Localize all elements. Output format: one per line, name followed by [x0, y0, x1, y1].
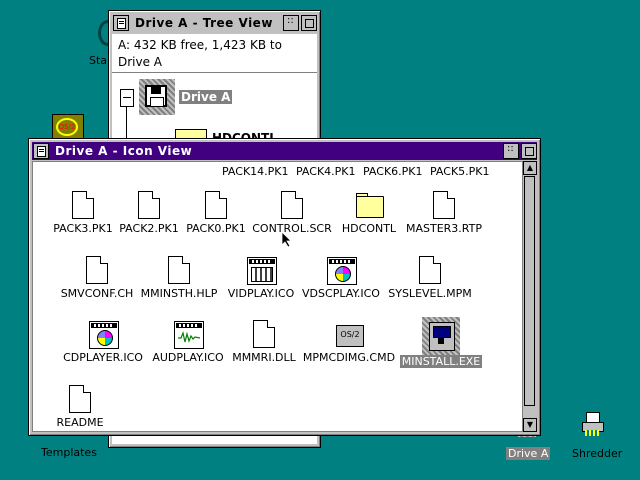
install-program-icon	[422, 317, 460, 355]
system-menu-icon[interactable]	[113, 15, 129, 31]
desktop-icon-label: Shredder	[572, 447, 623, 460]
cd-player-icon	[87, 319, 119, 351]
minimize-button[interactable]	[283, 15, 299, 31]
document-icon	[64, 384, 96, 416]
file-label[interactable]: PACK6.PK1	[363, 165, 423, 178]
videodisc-player-icon	[325, 255, 357, 287]
scroll-thumb[interactable]	[524, 176, 535, 406]
file-label: MMINSTH.HLP	[140, 287, 218, 300]
file-label: VDSCPLAY.ICO	[302, 287, 380, 300]
file-item-readme[interactable]: README	[33, 384, 130, 429]
icon-area[interactable]: PACK14.PK1 PACK4.PK1 PACK6.PK1 PACK5.PK1…	[32, 161, 523, 432]
document-icon	[67, 190, 99, 222]
file-label: PACK0.PK1	[186, 222, 246, 235]
video-player-icon	[245, 255, 277, 287]
window-title: Drive A - Tree View	[135, 16, 273, 30]
info-area: A: 432 KB free, 1,423 KB to Drive A	[112, 34, 317, 73]
document-icon	[276, 190, 308, 222]
file-label: VIDPLAY.ICO	[227, 287, 295, 300]
document-icon	[414, 255, 446, 287]
file-label: SYSLEVEL.MPM	[388, 287, 472, 300]
mouse-pointer-icon	[282, 232, 292, 248]
os2-command-text: OS/2	[336, 325, 364, 347]
file-label: MASTER3.RTP	[405, 222, 482, 235]
scroll-down-button[interactable]: ▼	[523, 418, 537, 432]
tree-collapse-button[interactable]	[120, 89, 134, 107]
icon-view-titlebar[interactable]: Drive A - Icon View	[32, 142, 537, 160]
file-label[interactable]: PACK4.PK1	[296, 165, 356, 178]
document-icon	[133, 190, 165, 222]
os2-logo-text: OS/2	[56, 118, 78, 136]
document-icon	[200, 190, 232, 222]
maximize-button[interactable]	[301, 15, 317, 31]
tree-root-label[interactable]: Drive A	[179, 90, 233, 104]
drive-name-line: Drive A	[118, 55, 163, 69]
floppy-disk-icon	[145, 85, 167, 107]
minimize-button[interactable]	[503, 143, 519, 159]
shredder-icon	[582, 412, 604, 436]
scroll-up-button[interactable]: ▲	[523, 161, 537, 175]
vertical-scrollbar[interactable]: ▲ ▼	[522, 161, 537, 432]
window-title: Drive A - Icon View	[55, 144, 193, 158]
file-item-vdscplay[interactable]: VDSCPLAY.ICO	[291, 255, 391, 300]
file-label: MINSTALL.EXE	[399, 355, 483, 368]
file-label: SMVCONF.CH	[60, 287, 134, 300]
file-label: README	[56, 416, 104, 429]
document-icon	[248, 319, 280, 351]
os2-command-icon: OS/2	[333, 319, 365, 351]
drive-info-line: A: 432 KB free, 1,423 KB to	[118, 38, 282, 52]
file-label[interactable]: PACK14.PK1	[222, 165, 289, 178]
file-label: MMMRI.DLL	[232, 351, 296, 364]
document-icon	[81, 255, 113, 287]
maximize-button[interactable]	[521, 143, 537, 159]
desktop-icon-label: Templates	[41, 446, 97, 459]
system-menu-icon[interactable]	[33, 143, 49, 159]
icon-view-window[interactable]: Drive A - Icon View PACK14.PK1 PACK4.PK1…	[28, 138, 541, 436]
document-icon	[428, 190, 460, 222]
file-item-minstall[interactable]: MINSTALL.EXE	[391, 317, 491, 368]
tree-view-titlebar[interactable]: Drive A - Tree View	[112, 14, 317, 32]
file-item-mpmcdimg[interactable]: OS/2 MPMCDIMG.CMD	[299, 319, 399, 364]
audio-player-icon	[172, 319, 204, 351]
file-label[interactable]: PACK5.PK1	[430, 165, 490, 178]
file-label: HDCONTL	[341, 222, 397, 235]
file-item-master3[interactable]: MASTER3.RTP	[394, 190, 494, 235]
file-label: CDPLAYER.ICO	[63, 351, 143, 364]
document-icon	[163, 255, 195, 287]
folder-icon	[353, 190, 385, 222]
file-item-syslevel[interactable]: SYSLEVEL.MPM	[380, 255, 480, 300]
desktop-icon-label: Drive A	[506, 447, 551, 460]
drive-a-tree-icon[interactable]	[139, 79, 175, 115]
file-label: MPMCDIMG.CMD	[302, 351, 396, 364]
